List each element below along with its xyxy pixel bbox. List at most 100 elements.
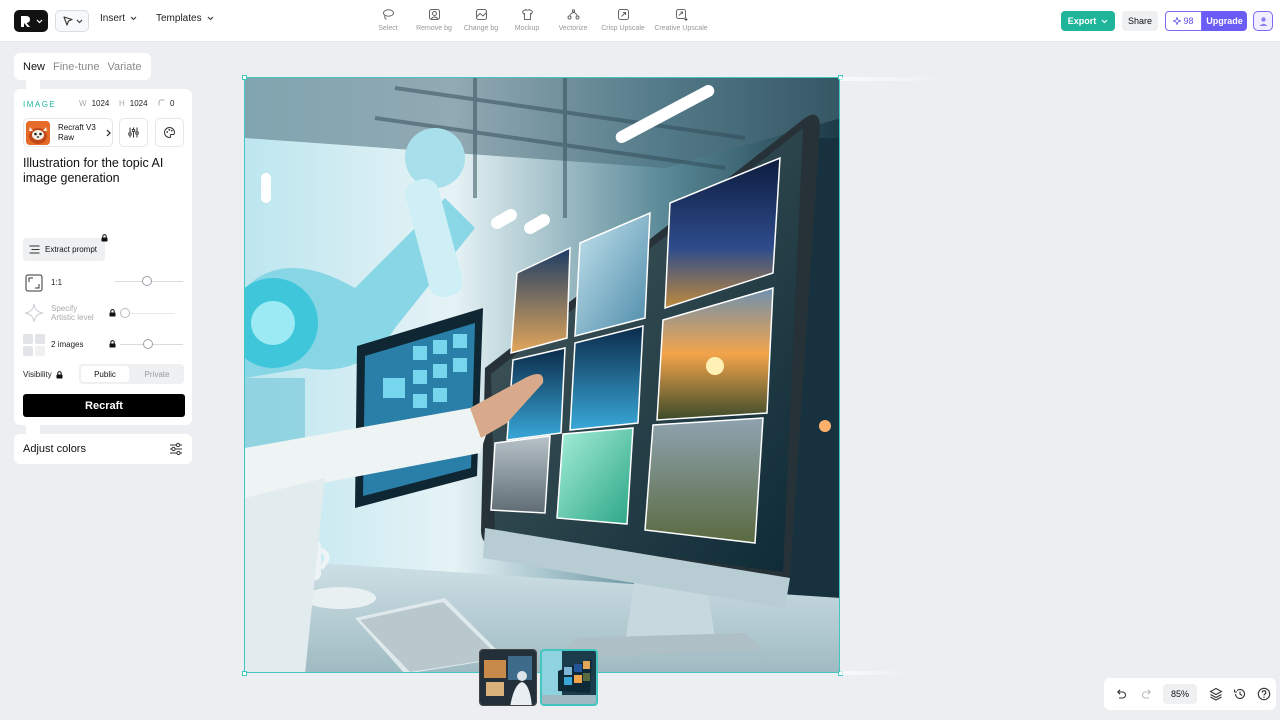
history-icon[interactable] [1233, 687, 1247, 701]
templates-menu[interactable]: Templates [156, 13, 214, 24]
adjust-colors-panel[interactable]: Adjust colors [14, 434, 192, 464]
tab-fine-tune[interactable]: Fine-tune [53, 61, 99, 73]
canvas-image[interactable] [244, 77, 840, 673]
vector-path-icon [567, 9, 579, 20]
visibility-private-option[interactable]: Private [132, 366, 182, 382]
resize-handle-bottom-left[interactable] [242, 671, 247, 676]
recraft-logo-icon [21, 16, 30, 27]
change-bg-icon [475, 9, 487, 20]
tool-vectorize-label: Vectorize [558, 25, 588, 32]
sliders-icon [128, 127, 139, 138]
generated-artwork [245, 78, 839, 672]
tool-creative-upscale[interactable]: Creative Upscale [651, 8, 711, 32]
top-toolbar: Insert Templates Select Remove bg Change… [0, 0, 1280, 42]
height-field[interactable]: H 1024 [119, 99, 148, 108]
logo-menu-button[interactable] [14, 10, 48, 32]
lock-icon [109, 340, 116, 348]
templates-menu-label: Templates [156, 13, 202, 24]
panel-connector [26, 80, 40, 89]
creative-upscale-icon [675, 9, 688, 21]
lasso-icon [382, 9, 394, 20]
credits-badge[interactable]: 98 [1165, 11, 1202, 31]
images-count-knob[interactable] [143, 339, 153, 349]
chevron-down-icon [207, 16, 213, 21]
images-count-label: 2 images [51, 340, 84, 349]
lock-icon [56, 370, 63, 378]
corner-radius-icon [158, 99, 165, 106]
insert-menu-label: Insert [100, 13, 126, 24]
model-name: Recraft V3 Raw [58, 122, 96, 142]
corner-field[interactable]: 0 [158, 99, 174, 108]
recraft-button[interactable]: Recraft [23, 394, 185, 417]
panel-connector [26, 425, 40, 434]
visibility-label-group: Visibility [23, 370, 63, 379]
lock-icon [109, 309, 116, 317]
adjust-colors-label: Adjust colors [23, 443, 86, 455]
tshirt-icon [521, 9, 533, 20]
chevron-down-icon [1101, 19, 1108, 23]
variant-thumbnail-2[interactable] [540, 649, 598, 706]
corner-value: 0 [170, 99, 175, 108]
visibility-label: Visibility [23, 370, 52, 379]
visibility-public-option[interactable]: Public [81, 366, 129, 382]
generation-panel: IMAGE W 1024 H 1024 0 Recraft V3 Raw Ill… [14, 89, 192, 425]
model-selector[interactable]: Recraft V3 Raw [23, 118, 113, 147]
select-tool-button[interactable] [55, 10, 89, 32]
tool-change-bg-label: Change bg [463, 25, 499, 32]
selection-ghost [840, 671, 910, 675]
tool-creative-upscale-label: Creative Upscale [654, 25, 708, 32]
user-avatar[interactable] [1253, 11, 1273, 31]
width-field[interactable]: W 1024 [79, 99, 109, 108]
extract-prompt-label: Extract prompt [45, 245, 98, 254]
tool-remove-bg-label: Remove bg [416, 25, 452, 32]
tab-variate[interactable]: Variate [108, 61, 142, 73]
mode-tabs: New Fine-tune Variate [14, 53, 151, 80]
palette-icon [164, 126, 176, 139]
export-button[interactable]: Export [1061, 11, 1115, 31]
tab-new[interactable]: New [23, 61, 45, 73]
crisp-upscale-icon [617, 9, 629, 20]
selection-ghost [840, 77, 950, 81]
chevron-down-icon [130, 16, 137, 21]
redo-icon[interactable] [1141, 688, 1153, 700]
visibility-toggle: Public Private [79, 364, 184, 384]
aspect-ratio-knob[interactable] [142, 276, 152, 286]
style-settings-button[interactable] [119, 118, 148, 147]
user-icon [1259, 16, 1267, 26]
extract-prompt-button[interactable]: Extract prompt [23, 238, 105, 261]
share-button[interactable]: Share [1122, 11, 1158, 31]
height-value: 1024 [129, 99, 148, 108]
artistic-level-knob[interactable] [120, 308, 130, 318]
aspect-ratio-label: 1:1 [51, 278, 63, 287]
chevron-down-icon [76, 19, 82, 23]
prompt-input[interactable]: Illustration for the topic AI image gene… [23, 156, 183, 186]
layers-icon[interactable] [1209, 687, 1223, 701]
tool-mockup-label: Mockup [514, 25, 540, 32]
star-sparkle-icon [23, 302, 45, 324]
tool-select-label: Select [378, 25, 398, 32]
artistic-level-label-line1: Specify [51, 304, 78, 313]
canvas-controls: 85% [1104, 678, 1276, 710]
variant-thumbnail-1[interactable] [479, 649, 537, 706]
lock-icon [101, 234, 108, 242]
tool-crisp-upscale-label: Crisp Upscale [601, 25, 645, 32]
artistic-level-label: Specify Artistic level [51, 304, 94, 322]
red-panda-avatar [26, 120, 50, 145]
export-button-label: Export [1067, 16, 1097, 26]
width-key: W [79, 99, 87, 108]
insert-menu[interactable]: Insert [100, 13, 137, 24]
zoom-level[interactable]: 85% [1163, 684, 1197, 704]
help-icon[interactable] [1257, 687, 1271, 701]
undo-icon[interactable] [1115, 688, 1127, 700]
artistic-level-label-line2: Artistic level [51, 313, 94, 322]
chevron-right-icon [106, 129, 111, 136]
upgrade-button[interactable]: Upgrade [1202, 11, 1247, 31]
height-key: H [119, 99, 125, 108]
palette-button[interactable] [155, 118, 184, 147]
resize-handle-top-left[interactable] [242, 75, 247, 80]
aspect-ratio-icon[interactable] [23, 272, 45, 294]
cursor-icon [62, 16, 73, 26]
text-lines-icon [29, 245, 40, 254]
tool-crisp-upscale[interactable]: Crisp Upscale [593, 8, 653, 32]
remove-bg-icon [428, 9, 440, 20]
